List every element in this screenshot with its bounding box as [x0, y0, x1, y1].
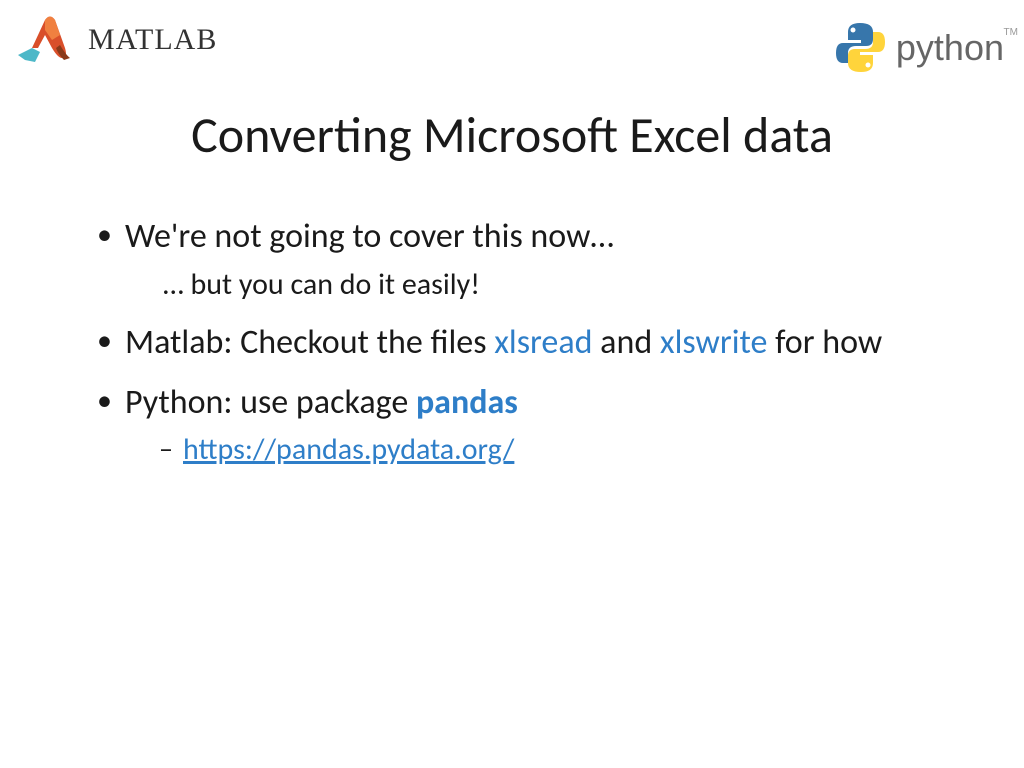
- bullet-3-pre: Python: use package: [125, 382, 416, 423]
- trademark-label: TM: [1004, 27, 1018, 38]
- bullet-2-mid: and: [593, 322, 660, 363]
- pandas-link[interactable]: https://pandas.pydata.org/: [183, 431, 514, 468]
- matlab-logo: MATLAB: [10, 10, 217, 70]
- slide-header: MATLAB python TM: [0, 0, 1024, 75]
- bullet-1: We're not going to cover this now… … but…: [95, 216, 929, 304]
- bullet-3-sub: https://pandas.pydata.org/: [125, 431, 929, 469]
- bullet-1-text: We're not going to cover this now…: [125, 216, 614, 257]
- bullet-1-sub: … but you can do it easily!: [125, 265, 929, 304]
- python-logo: python TM: [833, 20, 1004, 75]
- python-icon: [833, 20, 888, 75]
- matlab-label: MATLAB: [88, 23, 217, 57]
- keyword-xlswrite: xlswrite: [660, 322, 768, 363]
- bullet-2: Matlab: Checkout the files xlsread and x…: [95, 322, 929, 365]
- bullet-list: We're not going to cover this now… … but…: [95, 216, 929, 468]
- bullet-2-post: for how: [767, 322, 882, 363]
- slide-content: We're not going to cover this now… … but…: [0, 216, 1024, 468]
- bullet-3: Python: use package pandas https://panda…: [95, 382, 929, 468]
- keyword-pandas: pandas: [416, 382, 518, 423]
- matlab-icon: [10, 10, 80, 70]
- bullet-2-pre: Matlab: Checkout the files: [125, 322, 494, 363]
- python-label: python TM: [896, 27, 1004, 69]
- keyword-xlsread: xlsread: [494, 322, 592, 363]
- slide-title: Converting Microsoft Excel data: [0, 105, 1024, 166]
